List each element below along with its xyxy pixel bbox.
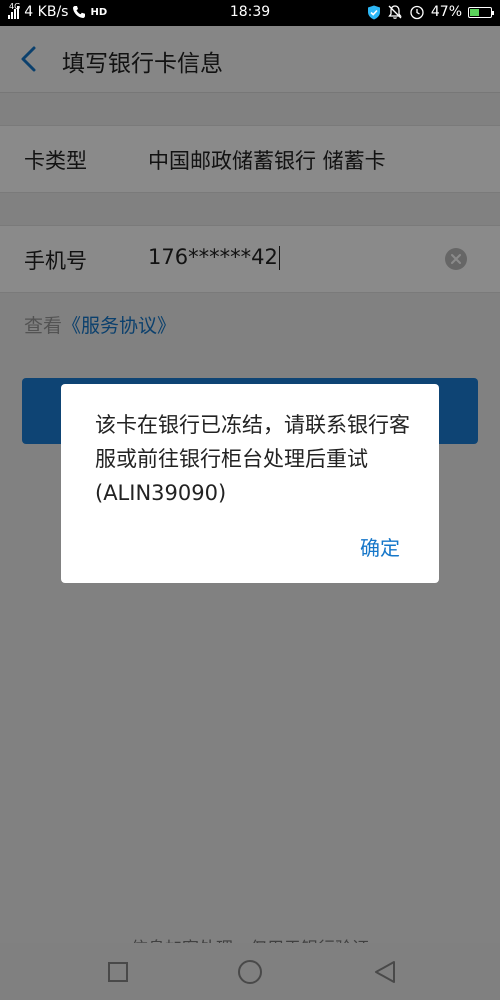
bell-off-icon (388, 5, 402, 19)
network-speed: 4 KB/s (24, 4, 69, 20)
status-right: 47% (367, 4, 494, 20)
phone-icon (73, 6, 86, 18)
alert-dialog: 该卡在银行已冻结，请联系银行客服或前往银行柜台处理后重试(ALIN39090) … (61, 384, 439, 583)
shield-icon (367, 5, 380, 19)
battery-icon (468, 6, 494, 18)
alarm-icon (410, 5, 424, 20)
battery-percent: 47% (430, 4, 462, 20)
status-left: 4G 4 KB/s HD (8, 1, 108, 20)
battery-fill (470, 8, 480, 16)
dialog-message: 该卡在银行已冻结，请联系银行客服或前往银行柜台处理后重试(ALIN39090) (95, 413, 410, 505)
network-type: 4G (9, 1, 21, 11)
hd-icon: HD (90, 6, 108, 18)
confirm-button[interactable]: 确定 (360, 532, 400, 561)
status-bar: 4G 4 KB/s HD 18:39 47% (0, 0, 500, 26)
